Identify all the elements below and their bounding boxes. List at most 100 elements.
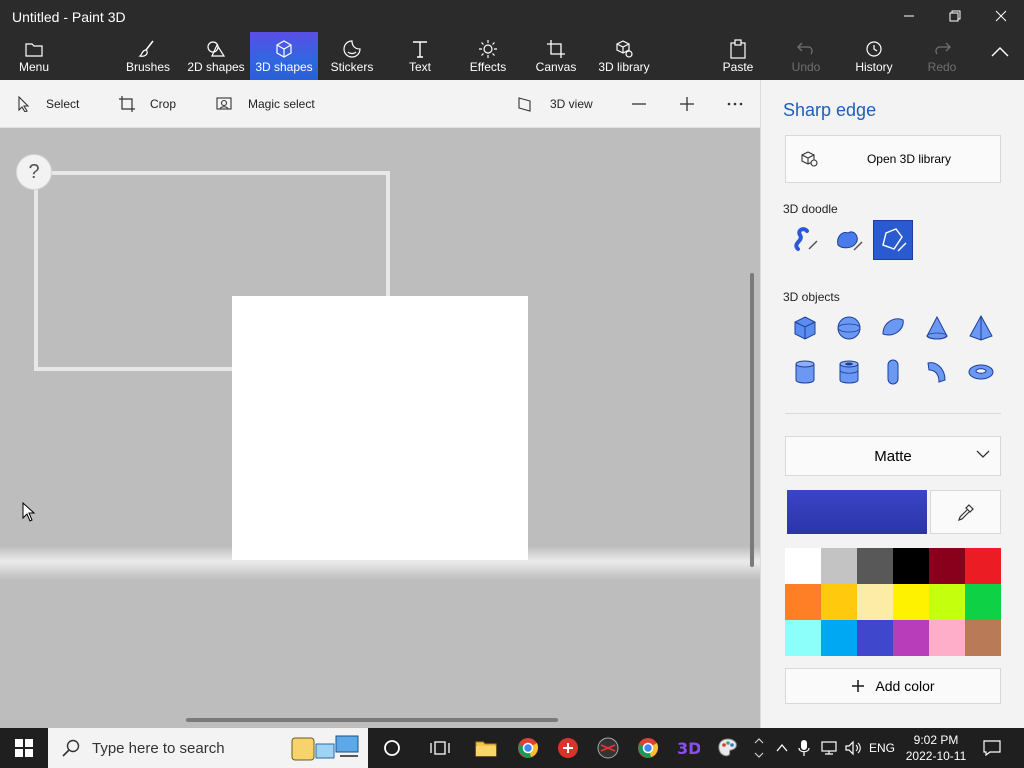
color-swatch[interactable] (857, 620, 893, 656)
speaker-icon (845, 740, 861, 756)
color-swatch[interactable] (965, 620, 1001, 656)
file-explorer-button[interactable] (466, 728, 506, 768)
collapse-ribbon-button[interactable] (984, 32, 1016, 80)
object-pyramid[interactable] (961, 308, 1001, 348)
color-palette (785, 548, 1001, 656)
magic-select-tool[interactable]: Magic select (216, 80, 315, 128)
tab-stickers[interactable]: Stickers (326, 32, 378, 80)
task-view-button[interactable] (420, 728, 460, 768)
color-swatch[interactable] (893, 620, 929, 656)
color-swatch[interactable] (965, 584, 1001, 620)
sharp-edge-tool[interactable] (873, 220, 913, 260)
chrome-button[interactable] (508, 728, 548, 768)
workspace[interactable]: ? (0, 128, 760, 728)
object-cube[interactable] (785, 308, 825, 348)
color-swatch[interactable] (785, 548, 821, 584)
objects-heading: 3D objects (783, 290, 840, 304)
show-hidden-icons-button[interactable] (772, 728, 792, 768)
taskbar-scroll[interactable] (752, 728, 766, 768)
vertical-scrollbar[interactable] (750, 273, 754, 567)
eyedropper-button[interactable] (930, 490, 1001, 534)
color-swatch[interactable] (893, 584, 929, 620)
object-tube[interactable] (829, 352, 869, 392)
tab-canvas[interactable]: Canvas (532, 32, 580, 80)
microphone-button[interactable] (794, 728, 814, 768)
input-language[interactable]: ENG (866, 728, 898, 768)
current-color-swatch[interactable] (787, 490, 927, 534)
tab-2d-shapes[interactable]: 2D shapes (184, 32, 248, 80)
tab-brushes[interactable]: Brushes (120, 32, 176, 80)
help-button[interactable]: ? (16, 154, 52, 190)
object-cylinder[interactable] (785, 352, 825, 392)
close-button[interactable] (978, 0, 1024, 32)
color-swatch[interactable] (785, 584, 821, 620)
app-red-button[interactable] (548, 728, 588, 768)
color-swatch[interactable] (929, 584, 965, 620)
taskbar-search[interactable]: Type here to search (48, 728, 368, 768)
chrome-icon (638, 738, 659, 758)
app-dark-button[interactable] (588, 728, 628, 768)
canvas-paper[interactable] (232, 296, 528, 560)
3d-view-button[interactable]: 3D view (518, 80, 593, 128)
select-tool[interactable]: Select (16, 80, 79, 128)
restore-button[interactable] (932, 0, 978, 32)
material-dropdown[interactable]: Matte (785, 436, 1001, 476)
zoom-out-button[interactable] (630, 80, 648, 128)
cortana-icon (384, 740, 400, 756)
chrome-second-button[interactable] (628, 728, 668, 768)
start-button[interactable] (0, 728, 48, 768)
soft-doodle-tool[interactable] (829, 220, 869, 260)
network-button[interactable] (818, 728, 840, 768)
color-swatch[interactable] (893, 548, 929, 584)
3d-library-icon (614, 38, 634, 60)
zoom-in-button[interactable] (678, 80, 696, 128)
tab-effects[interactable]: Effects (464, 32, 512, 80)
color-swatch[interactable] (857, 548, 893, 584)
object-hemisphere[interactable] (873, 308, 913, 348)
minimize-button[interactable] (886, 0, 932, 32)
crop-tool[interactable]: Crop (118, 80, 176, 128)
object-curved-tube[interactable] (917, 352, 957, 392)
3d-viewer-button[interactable]: 3D (668, 728, 708, 768)
color-swatch[interactable] (929, 548, 965, 584)
dark-app-icon (597, 737, 619, 759)
object-sphere[interactable] (829, 308, 869, 348)
more-options-button[interactable] (726, 80, 744, 128)
cube-icon (274, 38, 294, 60)
microphone-icon (798, 740, 810, 756)
object-capsule[interactable] (873, 352, 913, 392)
tab-text[interactable]: Text (400, 32, 440, 80)
hemisphere-icon (882, 318, 904, 336)
color-swatch[interactable] (965, 548, 1001, 584)
color-swatch[interactable] (929, 620, 965, 656)
notifications-button[interactable] (978, 728, 1006, 768)
search-icon (62, 739, 80, 757)
paint-3d-button[interactable] (708, 728, 748, 768)
2d-shapes-icon (205, 38, 227, 60)
open-3d-library-button[interactable]: Open 3D library (785, 135, 1001, 183)
cortana-button[interactable] (372, 728, 412, 768)
color-swatch[interactable] (857, 584, 893, 620)
network-icon (821, 741, 837, 755)
color-swatch[interactable] (821, 548, 857, 584)
folder-icon (475, 741, 497, 757)
history-button[interactable]: History (850, 32, 898, 80)
color-swatch[interactable] (785, 620, 821, 656)
tab-3d-library[interactable]: 3D library (596, 32, 652, 80)
redo-button[interactable]: Redo (922, 32, 962, 80)
object-donut[interactable] (961, 352, 1001, 392)
add-color-button[interactable]: Add color (785, 668, 1001, 704)
taskbar-clock[interactable]: 9:02 PM 2022-10-11 (900, 732, 972, 764)
color-swatch[interactable] (821, 584, 857, 620)
object-cone[interactable] (917, 308, 957, 348)
menu-button[interactable]: Menu (10, 32, 58, 80)
undo-button[interactable]: Undo (786, 32, 826, 80)
sharp-doodle-tool[interactable] (785, 220, 825, 260)
color-swatch[interactable] (821, 620, 857, 656)
horizontal-scrollbar[interactable] (186, 718, 558, 722)
volume-button[interactable] (842, 728, 864, 768)
tab-3d-shapes[interactable]: 3D shapes (250, 32, 318, 80)
paste-button[interactable]: Paste (718, 32, 758, 80)
3d-viewer-icon: 3D (677, 739, 700, 758)
notification-icon (983, 740, 1001, 756)
